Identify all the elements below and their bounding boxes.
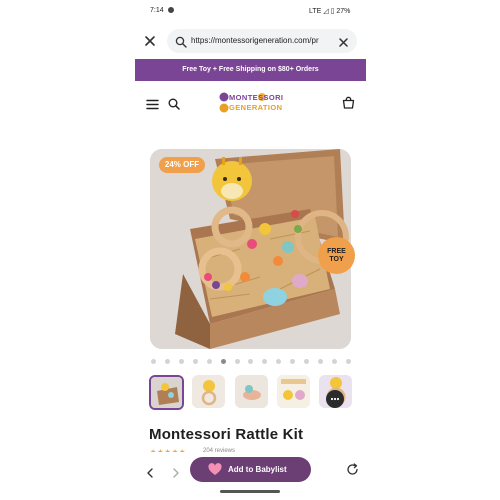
heart-icon bbox=[208, 463, 222, 476]
free-badge-line2: TOY bbox=[329, 255, 344, 263]
carousel-dot[interactable] bbox=[304, 358, 310, 364]
add-to-babylist-button[interactable]: Add to Babylist bbox=[190, 457, 311, 482]
thumbnail-2[interactable] bbox=[192, 375, 225, 408]
home-indicator[interactable] bbox=[220, 490, 280, 493]
thumbnail-strip[interactable] bbox=[149, 375, 355, 411]
url-text[interactable]: https://montessorigeneration.com/pr bbox=[191, 36, 331, 45]
back-arrow-icon[interactable] bbox=[146, 465, 154, 478]
status-right: LTE ◿ ▯ 27% bbox=[309, 8, 351, 15]
product-title: Montessori Rattle Kit bbox=[149, 426, 304, 443]
thumbnail-1[interactable] bbox=[149, 375, 184, 410]
promo-banner[interactable]: Free Toy + Free Shipping on $80+ Orders bbox=[135, 59, 366, 81]
carousel-dots[interactable] bbox=[151, 357, 351, 365]
chat-icon[interactable] bbox=[326, 390, 344, 408]
thumbnail-3[interactable] bbox=[235, 375, 268, 408]
notification-icon bbox=[168, 7, 174, 13]
carousel-dot[interactable] bbox=[345, 358, 351, 364]
carousel-dot[interactable] bbox=[220, 358, 226, 364]
logo-line1: MONTESSORI bbox=[229, 93, 284, 102]
site-search-icon[interactable] bbox=[168, 97, 180, 110]
clear-url-icon[interactable] bbox=[338, 35, 349, 47]
carousel-dot[interactable] bbox=[164, 358, 170, 364]
carousel-dot[interactable] bbox=[248, 358, 254, 364]
carousel-dot[interactable] bbox=[151, 358, 156, 364]
carousel-dot[interactable] bbox=[290, 358, 296, 364]
carousel-dot[interactable] bbox=[331, 358, 337, 364]
cta-label: Add to Babylist bbox=[228, 465, 287, 474]
site-logo[interactable]: MONTESSORI GENERATION bbox=[219, 90, 283, 116]
close-tab-icon[interactable] bbox=[143, 34, 157, 48]
status-bar: 7:14 LTE ◿ ▯ 27% bbox=[0, 0, 500, 22]
carousel-dot[interactable] bbox=[178, 358, 184, 364]
logo-line2: GENERATION bbox=[229, 103, 283, 112]
carousel-dot[interactable] bbox=[318, 358, 324, 364]
free-badge-line1: FREE bbox=[327, 247, 346, 255]
discount-badge: 24% OFF bbox=[159, 157, 205, 173]
carousel-dot[interactable] bbox=[192, 358, 198, 364]
address-bar[interactable]: https://montessorigeneration.com/pr bbox=[167, 29, 357, 53]
search-icon bbox=[175, 35, 187, 48]
forward-arrow-icon[interactable] bbox=[172, 465, 180, 478]
carousel-dot[interactable] bbox=[206, 358, 212, 364]
menu-icon[interactable] bbox=[146, 97, 159, 110]
cart-icon[interactable] bbox=[342, 96, 355, 109]
thumbnail-4[interactable] bbox=[277, 375, 310, 408]
carousel-dot[interactable] bbox=[276, 358, 282, 364]
carousel-dot[interactable] bbox=[262, 358, 268, 364]
carousel-dot[interactable] bbox=[234, 358, 240, 364]
reload-icon[interactable] bbox=[346, 463, 359, 476]
status-time: 7:14 bbox=[150, 7, 164, 14]
free-toy-badge: FREE TOY bbox=[318, 237, 355, 274]
